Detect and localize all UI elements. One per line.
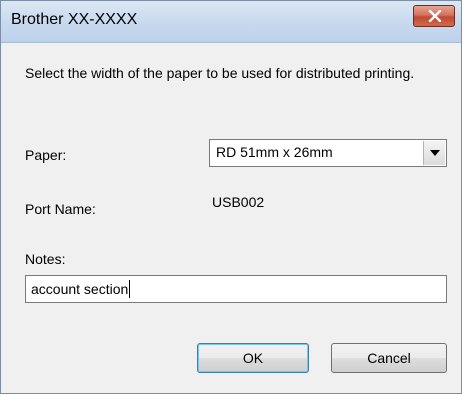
title-bar[interactable]: Brother XX-XXXX xyxy=(1,1,461,43)
dialog-window: Brother XX-XXXX Select the width of the … xyxy=(0,0,462,394)
dialog-body: Select the width of the paper to be used… xyxy=(9,43,453,387)
paper-select-value: RD 51mm x 26mm xyxy=(216,144,333,160)
cancel-button[interactable]: Cancel xyxy=(331,343,447,373)
window-title: Brother XX-XXXX xyxy=(11,11,138,28)
port-name-label: Port Name: xyxy=(25,201,96,217)
close-icon xyxy=(428,10,442,22)
close-button[interactable] xyxy=(413,5,455,27)
port-name-value: USB002 xyxy=(212,194,265,210)
instruction-text: Select the width of the paper to be used… xyxy=(25,65,415,81)
paper-select-dropdown-button[interactable] xyxy=(423,141,445,165)
notes-label: Notes: xyxy=(25,251,66,267)
paper-select[interactable]: RD 51mm x 26mm xyxy=(209,139,447,167)
paper-label: Paper: xyxy=(25,147,67,163)
text-caret xyxy=(129,280,130,298)
chevron-down-icon xyxy=(430,150,440,156)
ok-button[interactable]: OK xyxy=(197,343,309,373)
notes-input-value: account section xyxy=(31,281,129,297)
notes-input[interactable]: account section xyxy=(25,275,447,303)
